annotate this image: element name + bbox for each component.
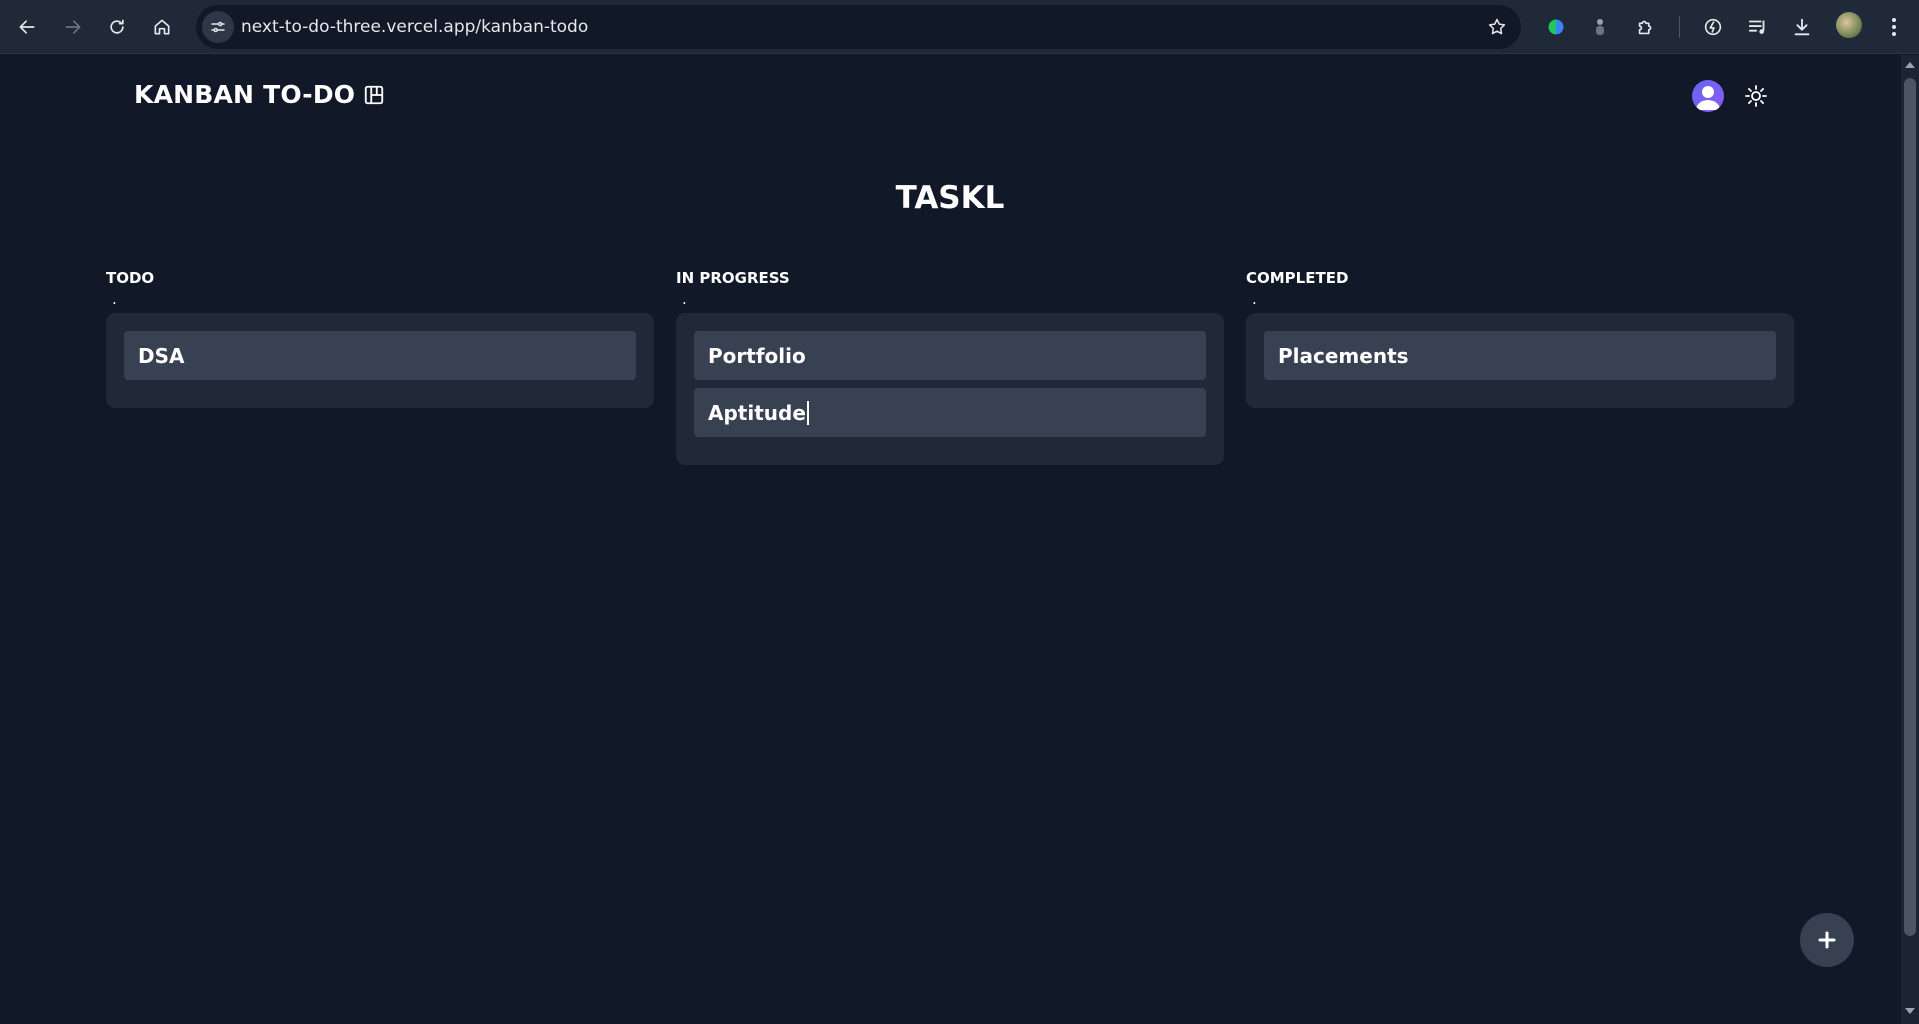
column-in-progress: IN PROGRESS . Portfolio Aptitude [676, 268, 1224, 465]
kanban-board-icon [365, 85, 384, 104]
extension-figure-icon[interactable] [1584, 11, 1616, 43]
sun-icon[interactable] [1744, 84, 1768, 108]
url-text[interactable]: next-to-do-three.vercel.app/kanban-todo [241, 5, 588, 49]
column-dropzone[interactable]: DSA [106, 313, 654, 408]
app-title-text: KANBAN TO-DO [134, 80, 356, 109]
arrow-left-icon [19, 20, 35, 34]
scroll-up-arrow-icon[interactable] [1905, 62, 1915, 68]
column-heading: IN PROGRESS [676, 269, 790, 287]
site-settings-icon[interactable] [202, 11, 234, 43]
task-card[interactable]: Placements [1264, 331, 1776, 380]
column-marker: . [112, 290, 117, 308]
column-heading: COMPLETED [1246, 269, 1349, 287]
download-icon[interactable] [1786, 11, 1818, 43]
bookmark-star-icon[interactable] [1487, 17, 1507, 37]
browser-toolbar: next-to-do-three.vercel.app/kanban-todo [0, 0, 1919, 54]
board-title: TASKL [895, 180, 1005, 216]
browser-profile-avatar[interactable] [1836, 12, 1862, 38]
add-task-button[interactable] [1800, 913, 1854, 967]
media-control-icon[interactable] [1742, 11, 1774, 43]
column-dropzone[interactable]: Portfolio Aptitude [676, 313, 1224, 465]
task-card-title[interactable]: Placements [1278, 344, 1409, 368]
task-card-title[interactable]: Portfolio [708, 344, 806, 368]
text-cursor [806, 400, 809, 425]
home-icon [154, 19, 170, 35]
user-avatar-icon [1696, 86, 1720, 110]
column-marker: . [1252, 290, 1257, 308]
home-button[interactable] [144, 9, 180, 45]
reload-icon [110, 19, 124, 34]
back-button[interactable] [9, 9, 45, 45]
column-marker: . [682, 290, 687, 308]
address-bar[interactable]: next-to-do-three.vercel.app/kanban-todo [196, 5, 1521, 49]
performance-icon[interactable] [1697, 11, 1729, 43]
task-card[interactable]: DSA [124, 331, 636, 380]
task-card-title-input[interactable]: Aptitude [708, 401, 806, 425]
forward-button[interactable] [55, 9, 91, 45]
scroll-down-arrow-icon[interactable] [1905, 1008, 1915, 1014]
browser-menu-icon[interactable] [1878, 11, 1910, 43]
task-card[interactable]: Portfolio [694, 331, 1206, 380]
app-title[interactable]: KANBAN TO-DO [134, 80, 385, 109]
plus-icon [1818, 931, 1836, 949]
task-card-title[interactable]: DSA [138, 344, 184, 368]
column-dropzone[interactable]: Placements [1246, 313, 1794, 408]
extension-icon[interactable] [1540, 11, 1572, 43]
arrow-right-icon [65, 20, 81, 34]
extensions-puzzle-icon[interactable] [1630, 11, 1662, 43]
user-avatar[interactable] [1692, 80, 1724, 112]
column-completed: COMPLETED . Placements [1246, 268, 1794, 408]
column-heading: TODO [106, 269, 155, 287]
scrollbar-thumb[interactable] [1904, 78, 1916, 936]
task-card-editing[interactable]: Aptitude [694, 388, 1206, 437]
reload-button[interactable] [99, 9, 135, 45]
toolbar-divider [1679, 16, 1680, 38]
column-todo: TODO . DSA [106, 268, 654, 408]
